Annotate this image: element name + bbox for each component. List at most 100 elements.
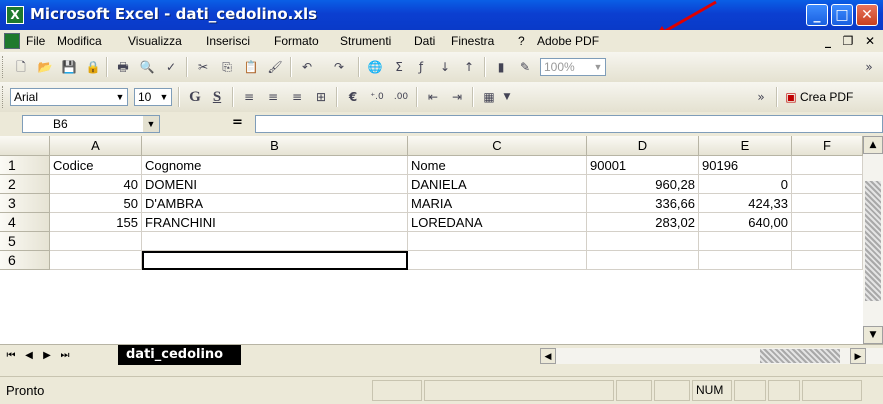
menu-formato[interactable]: Formato: [274, 34, 319, 48]
cell-c2[interactable]: DANIELA: [408, 175, 587, 194]
vertical-scroll-thumb[interactable]: [865, 181, 881, 301]
chevron-down-icon[interactable]: ▼: [591, 59, 605, 75]
doc-close-icon[interactable]: ✕: [862, 33, 878, 49]
copy-icon[interactable]: ⎘: [218, 58, 236, 76]
select-all-corner[interactable]: [0, 136, 50, 156]
align-left-icon[interactable]: ≡: [240, 88, 258, 106]
sort-descending-icon[interactable]: ↑: [460, 58, 478, 76]
row-header[interactable]: 4: [0, 213, 50, 232]
increase-decimal-icon[interactable]: ⁺.0: [368, 88, 386, 106]
vertical-scrollbar[interactable]: ▲ ▼: [863, 136, 883, 344]
menu-file[interactable]: File: [26, 34, 45, 48]
row-header[interactable]: 3: [0, 194, 50, 213]
format-painter-icon[interactable]: 🖌: [266, 58, 284, 76]
cell-e4[interactable]: 640,00: [699, 213, 792, 232]
merge-center-icon[interactable]: ⊞: [312, 88, 330, 106]
column-header-f[interactable]: F: [792, 136, 863, 156]
chevron-down-icon[interactable]: ▼: [498, 88, 516, 106]
name-box[interactable]: B6 ▼: [22, 115, 160, 133]
sort-ascending-icon[interactable]: ↓: [436, 58, 454, 76]
cut-icon[interactable]: ✂: [194, 58, 212, 76]
decrease-indent-icon[interactable]: ⇤: [424, 88, 442, 106]
print-icon[interactable]: 🖶: [114, 58, 132, 76]
cell-b5[interactable]: [142, 232, 408, 251]
align-center-icon[interactable]: ≡: [264, 88, 282, 106]
chart-wizard-icon[interactable]: ▮: [492, 58, 510, 76]
cell-c6[interactable]: [408, 251, 587, 270]
cell-d3[interactable]: 336,66: [587, 194, 699, 213]
formula-equals[interactable]: =: [232, 115, 243, 130]
prev-sheet-icon[interactable]: ◀: [22, 348, 36, 364]
cell-a6[interactable]: [50, 251, 142, 270]
column-header-d[interactable]: D: [587, 136, 699, 156]
cell-f5[interactable]: [792, 232, 863, 251]
underline-button[interactable]: S: [208, 88, 226, 106]
excel-icon[interactable]: X: [6, 6, 24, 24]
toolbar-options-icon[interactable]: »: [752, 88, 770, 106]
cell-c5[interactable]: [408, 232, 587, 251]
cell-b6-selected[interactable]: [142, 251, 408, 270]
align-right-icon[interactable]: ≡: [288, 88, 306, 106]
cell-e1[interactable]: 90196: [699, 156, 792, 175]
close-button[interactable]: ✕: [856, 4, 878, 26]
menu-visualizza[interactable]: Visualizza: [128, 34, 182, 48]
cell-f2[interactable]: [792, 175, 863, 194]
cell-e5[interactable]: [699, 232, 792, 251]
cell-d1[interactable]: 90001: [587, 156, 699, 175]
scroll-left-icon[interactable]: ◀: [540, 348, 556, 364]
cell-f6[interactable]: [792, 251, 863, 270]
column-header-a[interactable]: A: [50, 136, 142, 156]
autosum-icon[interactable]: Σ: [390, 58, 408, 76]
cell-c1[interactable]: Nome: [408, 156, 587, 175]
cell-f4[interactable]: [792, 213, 863, 232]
cell-b4[interactable]: FRANCHINI: [142, 213, 408, 232]
cell-c3[interactable]: MARIA: [408, 194, 587, 213]
cell-d5[interactable]: [587, 232, 699, 251]
row-header[interactable]: 1: [0, 156, 50, 175]
formula-input[interactable]: [255, 115, 883, 133]
drawing-icon[interactable]: ✎: [516, 58, 534, 76]
zoom-combo[interactable]: 100% ▼: [540, 58, 606, 76]
menu-finestra[interactable]: Finestra: [451, 34, 494, 48]
save-icon[interactable]: 💾: [60, 58, 78, 76]
cell-a3[interactable]: 50: [50, 194, 142, 213]
open-icon[interactable]: 📂: [36, 58, 54, 76]
menu-strumenti[interactable]: Strumenti: [340, 34, 391, 48]
menu-help[interactable]: ?: [518, 34, 525, 48]
font-combo[interactable]: Arial ▼: [10, 88, 128, 106]
create-pdf-icon[interactable]: ▣: [782, 88, 800, 106]
cell-e6[interactable]: [699, 251, 792, 270]
cell-b2[interactable]: DOMENI: [142, 175, 408, 194]
menu-inserisci[interactable]: Inserisci: [206, 34, 250, 48]
cell-b3[interactable]: D'AMBRA: [142, 194, 408, 213]
new-icon[interactable]: 🗋: [12, 58, 30, 76]
cell-c4[interactable]: LOREDANA: [408, 213, 587, 232]
hyperlink-icon[interactable]: 🌐: [366, 58, 384, 76]
cell-f3[interactable]: [792, 194, 863, 213]
horizontal-scroll-thumb[interactable]: [760, 349, 840, 363]
row-header[interactable]: 5: [0, 232, 50, 251]
scroll-down-icon[interactable]: ▼: [863, 326, 883, 344]
cell-d2[interactable]: 960,28: [587, 175, 699, 194]
column-header-e[interactable]: E: [699, 136, 792, 156]
chevron-down-icon[interactable]: ▼: [157, 89, 171, 105]
row-header[interactable]: 2: [0, 175, 50, 194]
doc-minimize-icon[interactable]: _: [820, 33, 836, 49]
borders-icon[interactable]: ▦: [480, 88, 498, 106]
first-sheet-icon[interactable]: ⏮: [4, 348, 18, 364]
maximize-button[interactable]: □: [831, 4, 853, 26]
chevron-down-icon[interactable]: ▼: [113, 89, 127, 105]
undo-icon[interactable]: ↶: [298, 58, 316, 76]
cell-a1[interactable]: Codice: [50, 156, 142, 175]
font-size-combo[interactable]: 10 ▼: [134, 88, 172, 106]
paste-icon[interactable]: 📋: [242, 58, 260, 76]
scroll-right-icon[interactable]: ▶: [850, 348, 866, 364]
column-header-b[interactable]: B: [142, 136, 408, 156]
cell-a5[interactable]: [50, 232, 142, 251]
insert-function-icon[interactable]: ƒ: [412, 58, 430, 76]
chevron-down-icon[interactable]: ▼: [143, 116, 159, 132]
cell-a2[interactable]: 40: [50, 175, 142, 194]
minimize-button[interactable]: _: [806, 4, 828, 26]
decrease-decimal-icon[interactable]: .00: [392, 88, 410, 106]
cell-d4[interactable]: 283,02: [587, 213, 699, 232]
